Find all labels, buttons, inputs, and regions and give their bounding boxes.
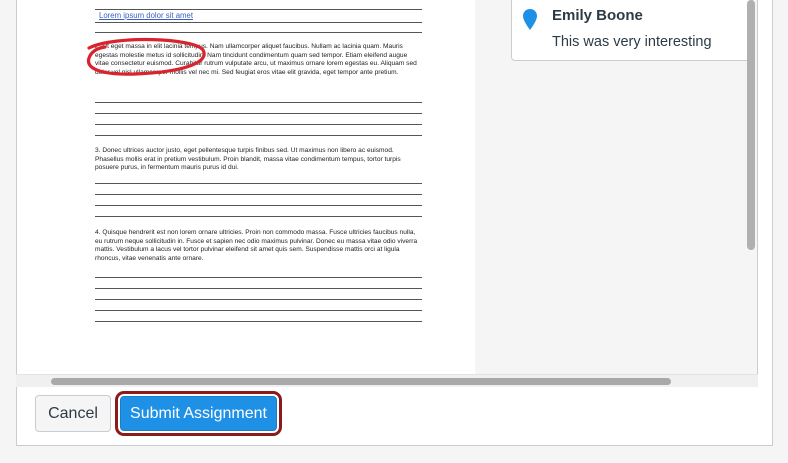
document-pane[interactable]: Lorem ipsum dolor sit amet 2. Ut eget ma… <box>45 0 476 374</box>
submit-assignment-button[interactable]: Submit Assignment <box>120 396 277 431</box>
answer-line <box>95 299 422 300</box>
document-viewer: Lorem ipsum dolor sit amet 2. Ut eget ma… <box>16 0 758 386</box>
question-4-text: 4. Quisque hendrerit est non lorem ornar… <box>95 229 418 263</box>
answer-line <box>95 216 422 217</box>
comment-text: This was very interesting <box>552 34 712 50</box>
answer-lines-3 <box>95 183 422 227</box>
comment-card[interactable]: Emily Boone This was very interesting <box>511 0 753 61</box>
answer-line <box>95 194 422 195</box>
answer-line <box>95 183 422 184</box>
cancel-button[interactable]: Cancel <box>35 395 111 432</box>
comments-pane: Emily Boone This was very interesting <box>475 0 757 374</box>
comment-author: Emily Boone <box>552 7 643 24</box>
answer-line <box>95 135 422 136</box>
question-3-text: 3. Donec ultrices auctor justo, eget pel… <box>95 147 401 172</box>
answer-line <box>95 124 422 125</box>
answer-lines-4 <box>95 277 422 332</box>
answer-line <box>95 310 422 311</box>
map-pin-icon <box>523 9 537 30</box>
answer-line <box>95 205 422 206</box>
horizontal-scrollbar-track[interactable] <box>16 374 758 387</box>
horizontal-scrollbar-thumb[interactable] <box>51 378 671 385</box>
answer-line <box>95 288 422 289</box>
answer-line <box>95 277 422 278</box>
freehand-circle-annotation[interactable] <box>45 0 475 120</box>
vertical-scrollbar[interactable] <box>747 0 755 250</box>
answer-line <box>95 321 422 322</box>
